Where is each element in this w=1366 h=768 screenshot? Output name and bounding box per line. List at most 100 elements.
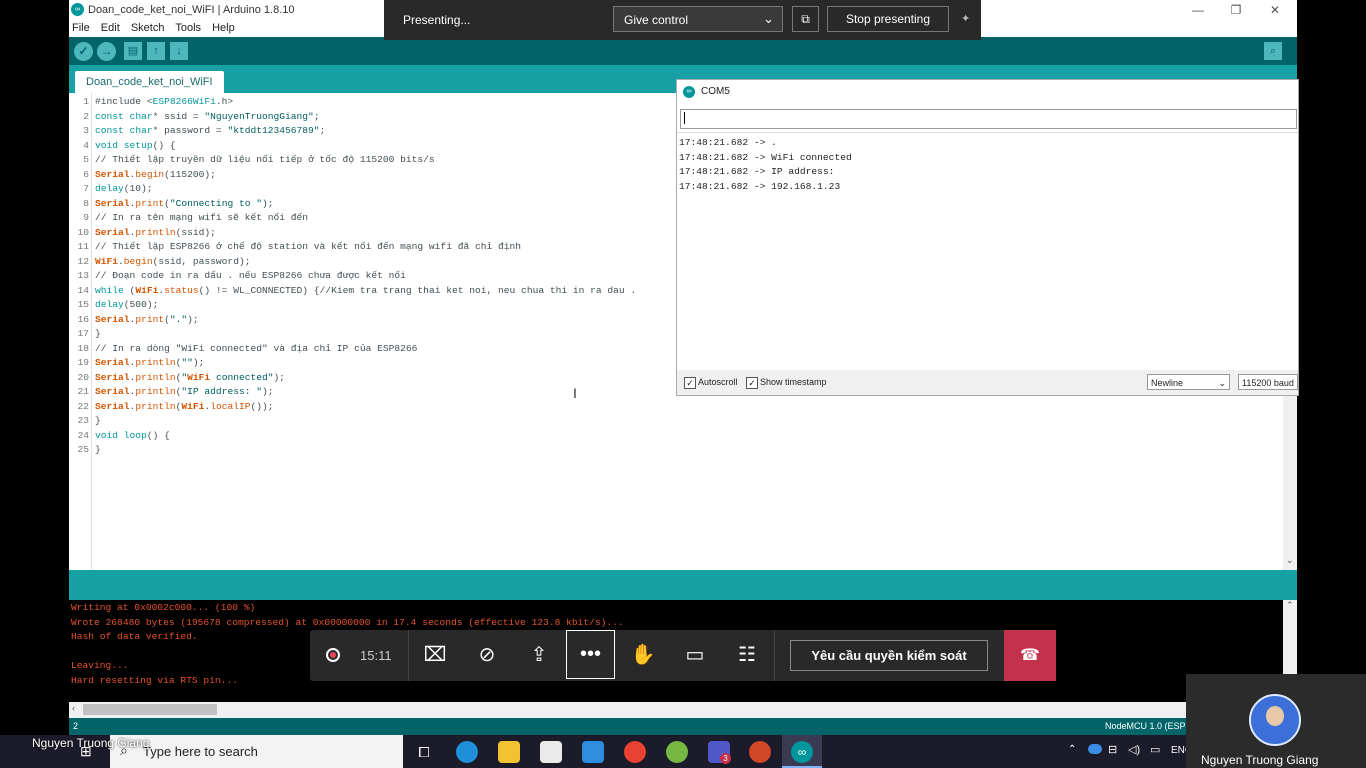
hang-up-button[interactable]: ☎: [1004, 630, 1056, 681]
serial-output-line: 17:48:21.682 -> .: [679, 137, 777, 148]
camera-off-icon[interactable]: ⌧: [409, 630, 461, 681]
chevron-down-icon: ⌄: [1218, 378, 1226, 388]
line-number: 24: [77, 429, 89, 441]
share-screen-icon[interactable]: ⧉: [792, 6, 819, 32]
menu-help[interactable]: Help: [212, 22, 235, 34]
taskbar-search-box[interactable]: ⌕ Type here to search: [110, 735, 403, 768]
mic-muted-icon[interactable]: ⊘: [461, 630, 513, 681]
code-line: Serial.println("IP address: ");: [95, 386, 274, 397]
menu-tools[interactable]: Tools: [175, 22, 201, 34]
upload-button[interactable]: →: [97, 42, 116, 61]
more-actions-icon[interactable]: •••: [566, 630, 615, 679]
status-strip: [69, 570, 1297, 600]
line-number: 15: [77, 299, 89, 310]
stop-presenting-label: Stop presenting: [845, 12, 931, 26]
line-number: 20: [77, 371, 89, 383]
chevron-up-icon[interactable]: ⌃: [1068, 744, 1076, 755]
code-line: }: [95, 328, 101, 339]
code-line: // In ra dòng "WiFi connected" và địa ch…: [95, 342, 418, 354]
window-title: Doan_code_ket_noi_WiFI | Arduino 1.8.10: [88, 4, 295, 16]
menu-edit[interactable]: Edit: [101, 22, 120, 34]
console-horizontal-scrollbar[interactable]: ‹: [69, 702, 1283, 718]
chrome-icon[interactable]: [624, 741, 646, 763]
baud-rate-select[interactable]: 115200 baud: [1238, 374, 1298, 390]
pin-icon[interactable]: ✦: [961, 12, 970, 25]
menu-sketch[interactable]: Sketch: [131, 22, 165, 34]
teams-icon[interactable]: 3: [708, 741, 731, 764]
open-sketch-button[interactable]: ↑: [147, 42, 165, 60]
call-timer: 15:11: [360, 648, 392, 663]
line-number: 9: [83, 212, 89, 223]
minimize-icon[interactable]: —: [1178, 0, 1218, 20]
onedrive-icon[interactable]: [1088, 744, 1102, 754]
powerpoint-icon[interactable]: [749, 741, 771, 763]
new-sketch-button[interactable]: ▤: [124, 42, 142, 60]
code-line: delay(10);: [95, 183, 153, 194]
menu-file[interactable]: File: [72, 22, 90, 34]
console-line: Hash of data verified.: [71, 631, 198, 642]
restore-icon[interactable]: ❐: [1216, 0, 1256, 20]
task-view-icon[interactable]: ⧠: [413, 741, 435, 763]
serial-monitor-title: COM5: [701, 86, 730, 97]
mail-icon[interactable]: [582, 741, 604, 763]
serial-send-input[interactable]: [680, 109, 1297, 129]
code-line: }: [95, 444, 101, 455]
close-icon[interactable]: ✕: [1255, 0, 1295, 20]
presenting-status: Presenting...: [403, 13, 471, 27]
raise-hand-icon[interactable]: ✋: [617, 630, 669, 681]
line-number-gutter: 1 2 3 4 5 6 7 8 9 10 11 12 13 14 15 16 17 18 19 20 21 22 23 24 2…: [69, 93, 92, 570]
request-control-button[interactable]: Yêu cầu quyền kiểm soát: [790, 640, 988, 671]
tab-sketch[interactable]: Doan_code_ket_noi_WiFI: [75, 71, 224, 93]
code-line: WiFi.begin(ssid, password);: [95, 255, 251, 267]
line-number: 3: [83, 125, 89, 136]
request-control-label: Yêu cầu quyền kiểm soát: [811, 648, 967, 663]
baud-rate-value: 115200 baud: [1242, 378, 1294, 388]
code-line: Serial.println(WiFi.localIP());: [95, 400, 274, 412]
line-number: 8: [83, 197, 89, 209]
presenter-name: Nguyen Truong Giang: [32, 736, 150, 750]
code-line: Serial.println(ssid);: [95, 226, 216, 238]
network-icon[interactable]: ⊟: [1108, 743, 1117, 756]
phone-hangup-icon: ☎: [1020, 647, 1040, 664]
give-control-dropdown[interactable]: Give control ⌄: [613, 6, 783, 32]
toolbar: ✓ → ▤ ↑ ↓ ⌕: [69, 37, 1297, 65]
chat-icon[interactable]: ▭: [669, 630, 721, 681]
participant-video-tile: Nguyen Truong Giang: [1186, 674, 1366, 768]
store-icon[interactable]: [540, 741, 562, 763]
give-control-label: Give control: [624, 13, 689, 27]
participants-icon[interactable]: ☷: [721, 630, 773, 681]
save-sketch-button[interactable]: ↓: [170, 42, 188, 60]
show-timestamp-label: Show timestamp: [760, 377, 827, 387]
verify-button[interactable]: ✓: [74, 42, 93, 61]
code-line: // In ra tên mạng wifi sẽ kết nối đến: [95, 212, 309, 223]
stop-presenting-button[interactable]: Stop presenting: [827, 6, 949, 32]
edge-icon[interactable]: [456, 741, 478, 763]
serial-output-line: 17:48:21.682 -> IP address:: [679, 166, 835, 177]
utorrent-icon[interactable]: [666, 741, 688, 763]
avatar-face: [1266, 706, 1284, 726]
line-number: 19: [77, 357, 89, 368]
line-number: 10: [77, 226, 89, 238]
show-timestamp-checkbox[interactable]: ✓: [746, 377, 758, 389]
line-number: 12: [77, 255, 89, 267]
arduino-taskbar-item[interactable]: ∞: [782, 735, 822, 768]
teams-badge: 3: [720, 753, 731, 764]
line-number: 5: [83, 154, 89, 165]
line-ending-select[interactable]: Newline ⌄: [1147, 374, 1230, 390]
code-line: delay(500);: [95, 299, 159, 310]
arduino-logo-icon: ∞: [791, 741, 813, 763]
scroll-thumb[interactable]: [83, 704, 217, 715]
autoscroll-checkbox[interactable]: ✓: [684, 377, 696, 389]
presenting-bar: Presenting... Give control ⌄ ⧉ Stop pres…: [384, 0, 981, 40]
battery-icon[interactable]: ▭: [1150, 743, 1160, 756]
line-number-indicator: 2: [73, 721, 79, 731]
search-placeholder: Type here to search: [143, 744, 258, 759]
share-tray-icon[interactable]: ⇪: [513, 630, 565, 681]
serial-monitor-icon[interactable]: ⌕: [1264, 42, 1282, 60]
arduino-logo-icon: ∞: [683, 86, 695, 98]
recording-indicator: 15:11: [310, 630, 410, 681]
volume-icon[interactable]: ◁): [1128, 743, 1140, 756]
text-caret: [684, 112, 685, 124]
file-explorer-icon[interactable]: [498, 741, 520, 763]
autoscroll-label: Autoscroll: [698, 377, 738, 387]
